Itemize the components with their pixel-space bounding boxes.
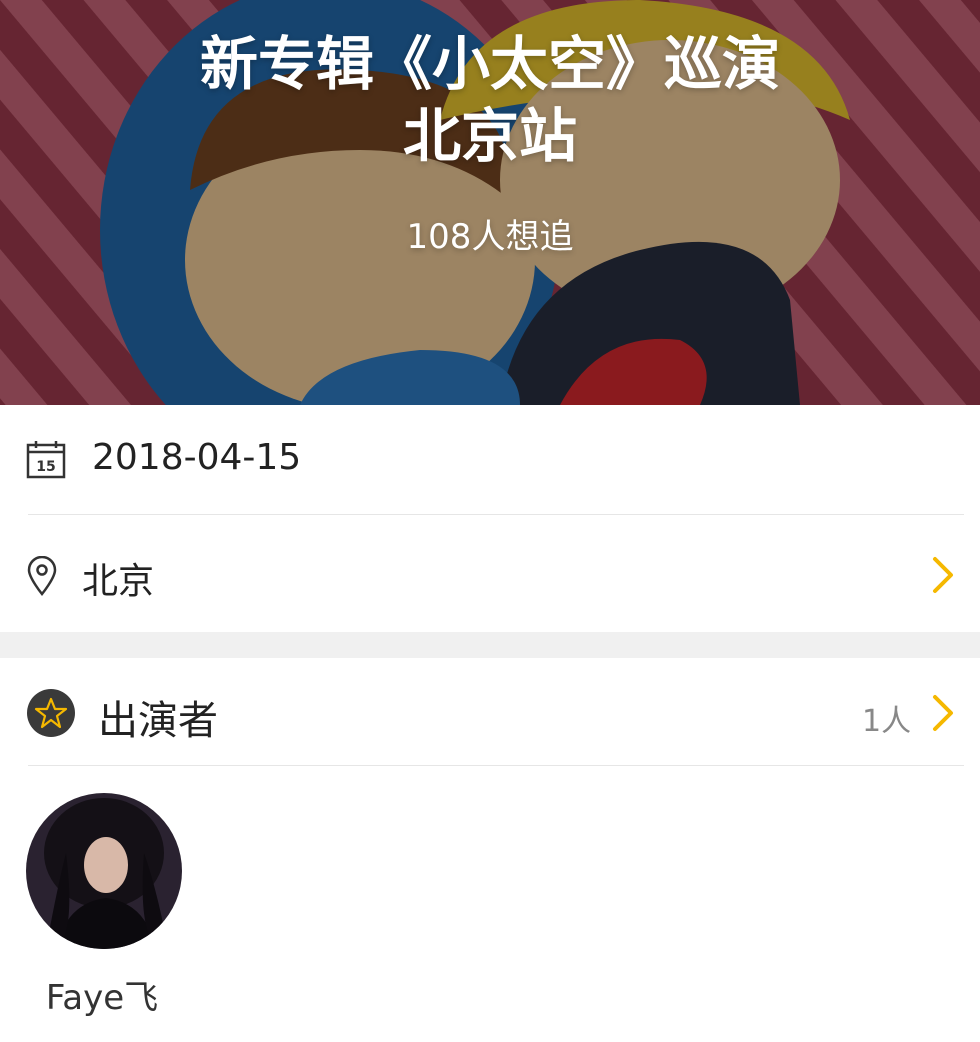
performer-name[interactable]: Faye飞 — [0, 970, 204, 1019]
chevron-right-icon — [930, 694, 956, 736]
event-date: 2018-04-15 — [92, 437, 302, 478]
chevron-right-icon — [930, 556, 956, 598]
svg-text:15: 15 — [36, 459, 55, 475]
divider — [28, 514, 964, 515]
event-title: 新专辑《小太空》巡演 北京站 — [0, 28, 980, 172]
performers-count: 1人 — [862, 704, 912, 739]
event-banner: 新专辑《小太空》巡演 北京站 108人想追 — [0, 0, 980, 405]
calendar-icon: 15 — [26, 439, 66, 483]
performer-avatar[interactable] — [26, 793, 182, 949]
event-title-line2: 北京站 — [402, 102, 577, 170]
star-icon — [26, 688, 76, 742]
event-title-line1: 新专辑《小太空》巡演 — [199, 30, 780, 98]
performers-header[interactable]: 出演者 1人 — [0, 658, 980, 766]
divider — [28, 765, 964, 766]
interest-count: 108人想追 — [406, 217, 574, 257]
performers-title: 出演者 — [98, 698, 218, 744]
location-row[interactable]: 北京 — [0, 516, 980, 632]
date-row: 15 2018-04-15 — [0, 405, 980, 515]
section-gap — [0, 632, 980, 658]
location-pin-icon — [26, 555, 58, 600]
event-city: 北京 — [82, 561, 155, 602]
